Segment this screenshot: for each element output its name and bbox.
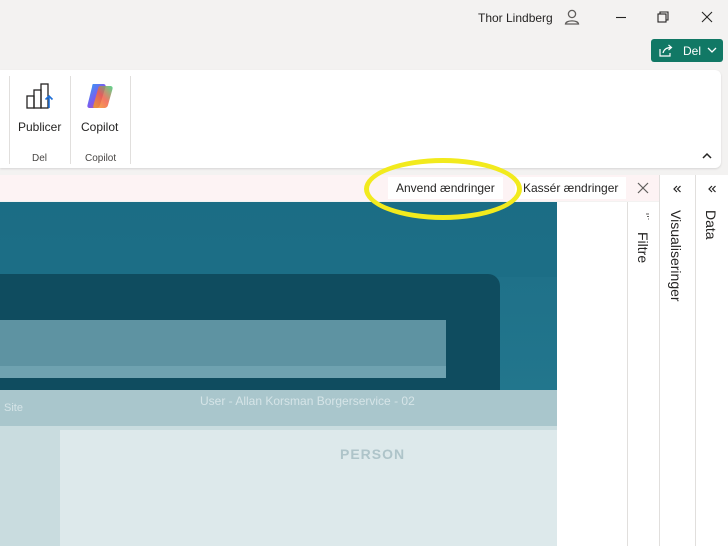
ribbon-separator [70, 76, 71, 164]
apply-changes-button[interactable]: Anvend ændringer [388, 177, 503, 199]
copilot-button[interactable]: Copilot [76, 76, 126, 138]
pending-changes-bar: Anvend ændringer Kassér ændringer [0, 175, 659, 201]
restore-icon[interactable] [654, 8, 672, 26]
chevron-double-left-icon[interactable] [671, 183, 683, 195]
chevron-up-icon[interactable] [701, 150, 713, 162]
copilot-label: Copilot [81, 120, 119, 134]
publish-icon [26, 83, 54, 109]
copilot-icon [87, 84, 113, 108]
close-icon[interactable] [698, 8, 716, 26]
group-label-copilot: Copilot [85, 153, 117, 164]
user-name[interactable]: Thor Lindberg [478, 11, 553, 25]
filter-icon [646, 213, 649, 220]
image-site-text: Site [4, 402, 23, 414]
visualizations-label[interactable]: Visualiseringer [668, 210, 684, 302]
close-icon[interactable] [636, 181, 650, 195]
image-person-text: PERSON [340, 446, 406, 462]
image-monitor [0, 274, 500, 394]
image-monitor-bar [0, 366, 446, 378]
ribbon-separator [130, 76, 131, 164]
title-bar: Thor Lindberg [0, 0, 728, 36]
share-label: Del [683, 44, 702, 58]
image-panel [60, 430, 557, 546]
discard-changes-button[interactable]: Kassér ændringer [515, 177, 627, 199]
share-icon [659, 44, 673, 57]
share-button[interactable]: Del [651, 39, 723, 62]
group-label-del: Del [32, 153, 48, 164]
app-window: Thor Lindberg Del Publicer Copilot Del C… [0, 0, 728, 546]
minimize-icon[interactable] [612, 8, 630, 26]
filters-label[interactable]: Filtre [635, 232, 651, 263]
publish-label: Publicer [18, 120, 62, 134]
image-title-text: User - Allan Korsman Borgerservice - 02 [200, 394, 415, 408]
report-image[interactable]: Site User - Allan Korsman Borgerservice … [0, 202, 557, 546]
chevron-down-icon [707, 47, 717, 53]
filters-pane[interactable]: Filtre [627, 202, 659, 546]
ribbon: Publicer Copilot Del Copilot [0, 70, 721, 168]
visualizations-pane[interactable]: Visualiseringer [659, 175, 695, 546]
publish-button[interactable]: Publicer [12, 76, 66, 138]
person-icon[interactable] [562, 7, 582, 27]
report-canvas[interactable]: Site User - Allan Korsman Borgerservice … [0, 202, 628, 546]
ribbon-separator [9, 76, 10, 164]
image-band [0, 202, 557, 277]
data-pane[interactable]: Data [695, 175, 728, 546]
data-label[interactable]: Data [703, 210, 719, 240]
chevron-double-left-icon[interactable] [706, 183, 718, 195]
